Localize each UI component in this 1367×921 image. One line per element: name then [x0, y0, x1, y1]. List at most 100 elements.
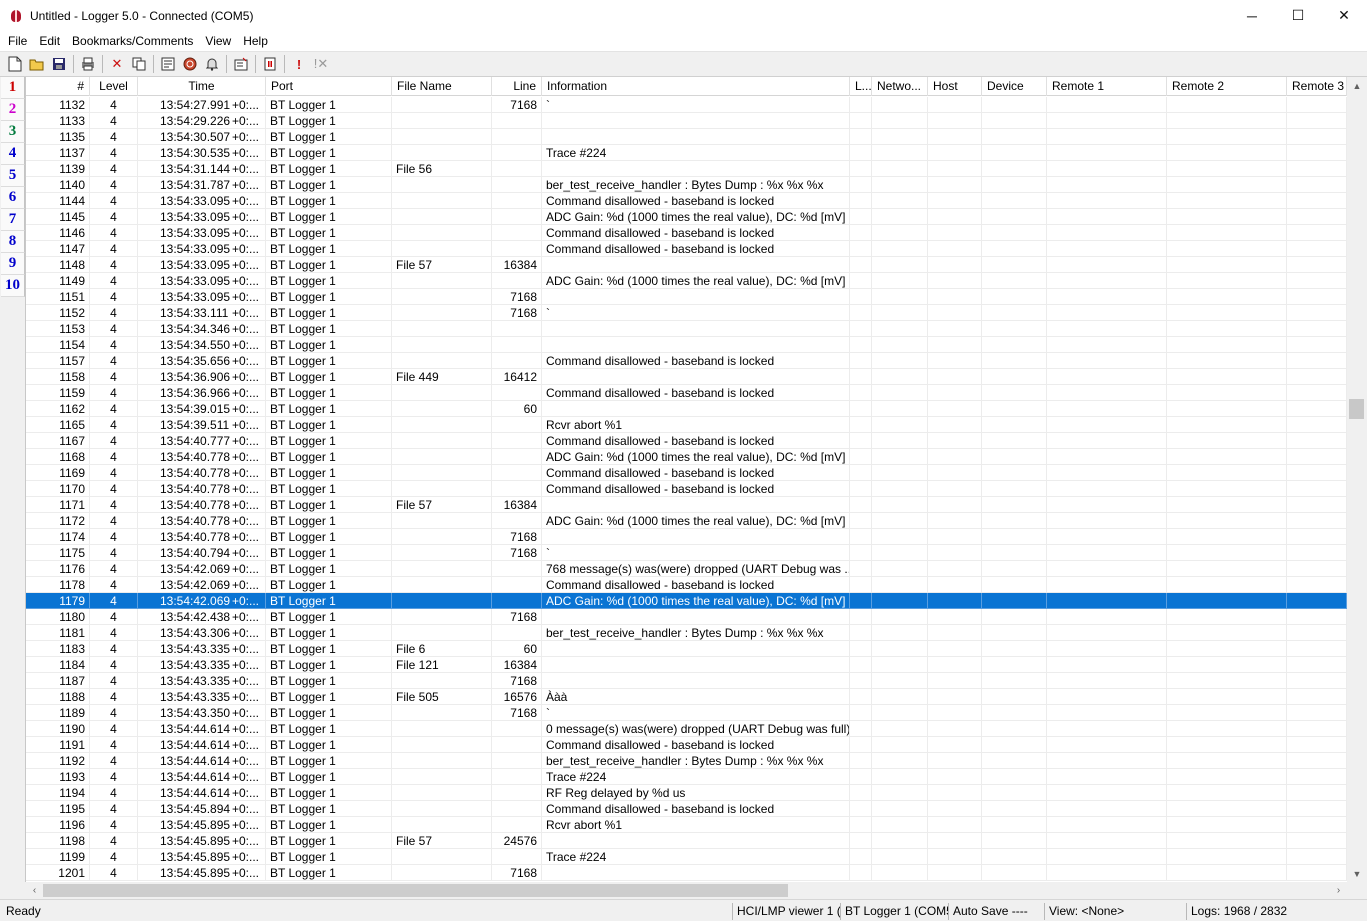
bookmark-8[interactable]: 8 [1, 231, 25, 253]
table-row[interactable]: 1199 4 13:54:45.895 +0:... BT Logger 1 Trace … [26, 849, 1347, 865]
column-header-l[interactable]: L... [850, 77, 872, 96]
column-header-port[interactable]: Port [266, 77, 392, 96]
table-row[interactable]: 1192 4 13:54:44.614 +0:... BT Logger 1 ber_te… [26, 753, 1347, 769]
column-header-host[interactable]: Host [928, 77, 982, 96]
column-header-level[interactable]: Level [90, 77, 138, 96]
column-header-line[interactable]: Line [492, 77, 542, 96]
table-row[interactable]: 1159 4 13:54:36.966 +0:... BT Logger 1 Comman… [26, 385, 1347, 401]
table-row[interactable]: 1190 4 13:54:44.614 +0:... BT Logger 10 mess… [26, 721, 1347, 737]
table-row[interactable]: 1147 4 13:54:33.095 +0:... BT Logger 1 Comman… [26, 241, 1347, 257]
bookmark-6[interactable]: 6 [1, 187, 25, 209]
filter-icon[interactable] [157, 54, 179, 74]
table-row[interactable]: 1172 4 13:54:40.778 +0:... BT Logger 1 ADC Ga… [26, 513, 1347, 529]
table-row[interactable]: 1158 4 13:54:36.906 +0:... BT Logger 1 File 4… [26, 369, 1347, 385]
vertical-scroll-thumb[interactable] [1349, 399, 1364, 419]
table-row[interactable]: 1148 4 13:54:33.095 +0:... BT Logger 1 File 5… [26, 257, 1347, 273]
scroll-down-arrow-icon[interactable]: ▼ [1347, 865, 1367, 882]
delete-icon[interactable]: ✕ [106, 54, 128, 74]
bookmark-4[interactable]: 4 [1, 143, 25, 165]
table-row[interactable]: 1151 4 13:54:33.095 +0:... BT Logger 1 7168 [26, 289, 1347, 305]
table-row[interactable]: 1188 4 13:54:43.335 +0:... BT Logger 1 File 5… [26, 689, 1347, 705]
print-icon[interactable] [77, 54, 99, 74]
table-row[interactable]: 1145 4 13:54:33.095 +0:... BT Logger 1 ADC Ga… [26, 209, 1347, 225]
pause-icon[interactable] [259, 54, 281, 74]
bookmark-10[interactable]: 10 [1, 275, 25, 297]
column-header-file-name[interactable]: File Name [392, 77, 492, 96]
table-row[interactable]: 1184 4 13:54:43.335 +0:... BT Logger 1 File 1… [26, 657, 1347, 673]
table-row[interactable]: 1196 4 13:54:45.895 +0:... BT Logger 1 Rcvr a… [26, 817, 1347, 833]
properties-icon[interactable] [230, 54, 252, 74]
table-row[interactable]: 1201 4 13:54:45.895 +0:... BT Logger 1 7168 [26, 865, 1347, 881]
column-header-remote-3[interactable]: Remote 3 [1287, 77, 1347, 96]
table-row[interactable]: 1189 4 13:54:43.350 +0:... BT Logger 1 7168 ` [26, 705, 1347, 721]
table-row[interactable]: 1175 4 13:54:40.794 +0:... BT Logger 1 7168 ` [26, 545, 1347, 561]
table-row[interactable]: 1133 4 13:54:29.226 +0:... BT Logger 1 [26, 113, 1347, 129]
save-icon[interactable] [48, 54, 70, 74]
menu-view[interactable]: View [199, 34, 237, 48]
table-row[interactable]: 1181 4 13:54:43.306 +0:... BT Logger 1 ber_te… [26, 625, 1347, 641]
record-icon[interactable] [179, 54, 201, 74]
horizontal-scroll-thumb[interactable] [43, 884, 788, 897]
new-document-icon[interactable] [4, 54, 26, 74]
column-header-device[interactable]: Device [982, 77, 1047, 96]
table-row[interactable]: 1198 4 13:54:45.895 +0:... BT Logger 1 File 5… [26, 833, 1347, 849]
table-row[interactable]: 1162 4 13:54:39.015 +0:... BT Logger 1 60 [26, 401, 1347, 417]
table-row[interactable]: 1149 4 13:54:33.095 +0:... BT Logger 1 ADC Ga… [26, 273, 1347, 289]
maximize-button[interactable]: ☐ [1275, 0, 1321, 31]
scroll-up-arrow-icon[interactable]: ▲ [1347, 77, 1367, 94]
table-row[interactable]: 1183 4 13:54:43.335 +0:... BT Logger 1 File 6… [26, 641, 1347, 657]
close-button[interactable]: ✕ [1321, 0, 1367, 31]
menu-file[interactable]: File [2, 34, 33, 48]
copy-icon[interactable] [128, 54, 150, 74]
column-header-remote-1[interactable]: Remote 1 [1047, 77, 1167, 96]
table-row[interactable]: 1168 4 13:54:40.778 +0:... BT Logger 1 ADC Ga… [26, 449, 1347, 465]
table-row[interactable]: 1195 4 13:54:45.894 +0:... BT Logger 1 Comman… [26, 801, 1347, 817]
bookmark-9[interactable]: 9 [1, 253, 25, 275]
table-row[interactable]: 1169 4 13:54:40.778 +0:... BT Logger 1 Comman… [26, 465, 1347, 481]
bookmark-2[interactable]: 2 [1, 99, 25, 121]
table-row[interactable]: 1180 4 13:54:42.438 +0:... BT Logger 1 7168 [26, 609, 1347, 625]
table-row[interactable]: 1170 4 13:54:40.778 +0:... BT Logger 1 Comman… [26, 481, 1347, 497]
minimize-button[interactable]: ─ [1229, 0, 1275, 31]
scroll-right-arrow-icon[interactable]: › [1330, 882, 1347, 899]
table-row[interactable]: 1135 4 13:54:30.507 +0:... BT Logger 1 [26, 129, 1347, 145]
table-row[interactable]: 1132 4 13:54:27.991 +0:... BT Logger 1 7168 ` [26, 97, 1347, 113]
menu-edit[interactable]: Edit [33, 34, 66, 48]
table-row[interactable]: 1140 4 13:54:31.787 +0:... BT Logger 1 ber_te… [26, 177, 1347, 193]
table-row[interactable]: 1176 4 13:54:42.069 +0:... BT Logger 1 768 me… [26, 561, 1347, 577]
table-row[interactable]: 1144 4 13:54:33.095 +0:... BT Logger 1 Comman… [26, 193, 1347, 209]
bookmark-7[interactable]: 7 [1, 209, 25, 231]
column-header-time[interactable]: Time [138, 77, 266, 96]
menu-bookmarks-comments[interactable]: Bookmarks/Comments [66, 34, 199, 48]
column-header-network[interactable]: Netwo... [872, 77, 928, 96]
column-header-num[interactable]: # [26, 77, 90, 96]
table-row[interactable]: 1154 4 13:54:34.550 +0:... BT Logger 1 [26, 337, 1347, 353]
table-row[interactable]: 1174 4 13:54:40.778 +0:... BT Logger 1 7168 [26, 529, 1347, 545]
table-row[interactable]: 1167 4 13:54:40.777 +0:... BT Logger 1 Comman… [26, 433, 1347, 449]
table-row[interactable]: 1191 4 13:54:44.614 +0:... BT Logger 1 Comman… [26, 737, 1347, 753]
table-row[interactable]: 1146 4 13:54:33.095 +0:... BT Logger 1 Comman… [26, 225, 1347, 241]
bookmark-5[interactable]: 5 [1, 165, 25, 187]
table-row[interactable]: 1153 4 13:54:34.346 +0:... BT Logger 1 [26, 321, 1347, 337]
column-header-information[interactable]: Information [542, 77, 850, 96]
table-row[interactable]: 1193 4 13:54:44.614 +0:... BT Logger 1 Trace … [26, 769, 1347, 785]
bookmark-3[interactable]: 3 [1, 121, 25, 143]
scroll-left-arrow-icon[interactable]: ‹ [26, 882, 43, 899]
table-row[interactable]: 1165 4 13:54:39.511 +0:... BT Logger 1 Rcvr a… [26, 417, 1347, 433]
table-row[interactable]: 1152 4 13:54:33.111 +0:... BT Logger 1 7168 ` [26, 305, 1347, 321]
table-row[interactable]: 1187 4 13:54:43.335 +0:... BT Logger 1 7168 [26, 673, 1347, 689]
horizontal-scrollbar[interactable]: ‹ › [26, 882, 1347, 899]
table-row[interactable]: 1157 4 13:54:35.656 +0:... BT Logger 1 Comman… [26, 353, 1347, 369]
open-folder-icon[interactable] [26, 54, 48, 74]
table-row[interactable]: 1137 4 13:54:30.535 +0:... BT Logger 1 Trace … [26, 145, 1347, 161]
bookmark-1[interactable]: 1 [1, 77, 25, 99]
clear-alerts-icon[interactable]: !✕ [310, 54, 332, 74]
table-row[interactable]: 1194 4 13:54:44.614 +0:... BT Logger 1 RF Reg… [26, 785, 1347, 801]
table-row[interactable]: 1139 4 13:54:31.144 +0:... BT Logger 1 File 5… [26, 161, 1347, 177]
column-header-remote-2[interactable]: Remote 2 [1167, 77, 1287, 96]
table-row[interactable]: 1171 4 13:54:40.778 +0:... BT Logger 1 File 5… [26, 497, 1347, 513]
bell-icon[interactable] [201, 54, 223, 74]
menu-help[interactable]: Help [237, 34, 274, 48]
bookmark-alert-icon[interactable]: ! [288, 54, 310, 74]
vertical-scrollbar[interactable]: ▲ ▼ [1347, 77, 1367, 882]
